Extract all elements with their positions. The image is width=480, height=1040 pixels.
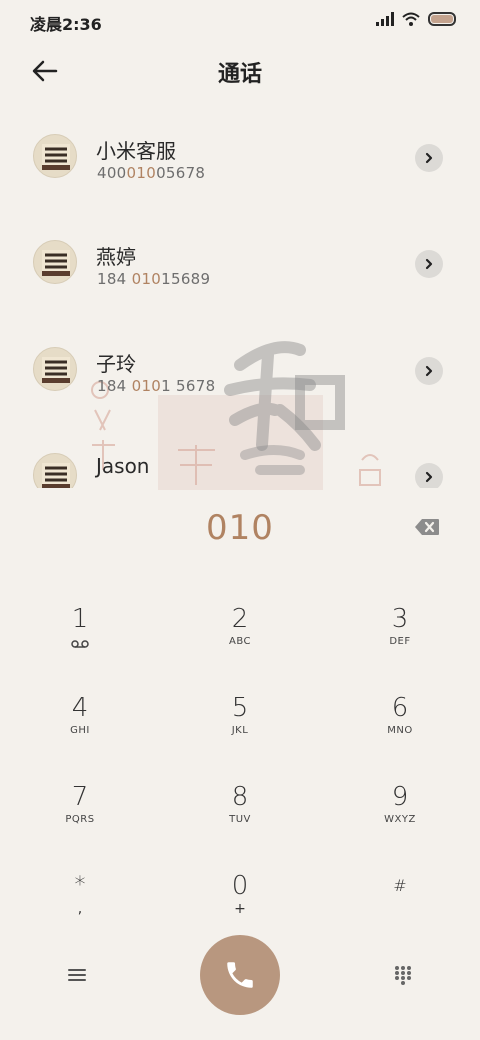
status-icons <box>376 12 456 26</box>
dialpad: 1 2 ABC 3 DEF 4 GHI 5 JKL 6 MNO 7 PQRS 8… <box>0 580 480 936</box>
voicemail-icon <box>71 640 89 648</box>
wifi-icon <box>402 12 420 26</box>
dialed-number-field[interactable]: 010 <box>0 500 480 560</box>
contact-number: 184 0101 5678 <box>97 377 216 395</box>
key-8[interactable]: 8 TUV <box>160 758 320 847</box>
contact-name: 燕婷 <box>96 245 136 269</box>
dialer-screen: 凌晨2:36 通话 小米客服 40001005678 燕婷 184 010156… <box>0 0 480 1040</box>
avatar-calligraphy-icon <box>42 144 70 170</box>
status-time: 凌晨2:36 <box>30 15 102 34</box>
contact-avatar <box>33 453 77 488</box>
contact-avatar <box>33 134 77 178</box>
backspace-icon <box>415 519 439 535</box>
key-2[interactable]: 2 ABC <box>160 580 320 669</box>
contact-suggestion-list: 小米客服 40001005678 燕婷 184 01015689 子玲 184 … <box>0 106 480 488</box>
bottom-bar <box>0 935 480 1015</box>
contact-number: 40001005678 <box>97 164 206 182</box>
contact-row[interactable]: Jason <box>0 425 480 488</box>
chevron-right-icon <box>425 471 433 483</box>
menu-icon <box>68 969 86 981</box>
contact-detail-button[interactable] <box>415 250 443 278</box>
contact-row[interactable]: 子玲 184 0101 5678 <box>0 319 480 425</box>
contact-name: Jason <box>96 454 150 478</box>
avatar-calligraphy-icon <box>42 250 70 276</box>
dialpad-toggle-button[interactable] <box>388 961 418 989</box>
contact-detail-button[interactable] <box>415 463 443 488</box>
dialpad-icon <box>395 966 411 985</box>
key-hash[interactable]: # <box>320 847 480 936</box>
signal-icon <box>376 12 394 26</box>
phone-icon <box>227 962 253 988</box>
key-star[interactable]: * , <box>0 847 160 936</box>
menu-button[interactable] <box>62 961 92 989</box>
contact-name: 小米客服 <box>96 139 176 163</box>
dialed-number: 010 <box>206 508 274 548</box>
contact-detail-button[interactable] <box>415 357 443 385</box>
key-4[interactable]: 4 GHI <box>0 669 160 758</box>
page-title: 通话 <box>217 62 262 87</box>
battery-icon <box>428 12 456 26</box>
key-1[interactable]: 1 <box>0 580 160 669</box>
contact-row[interactable]: 小米客服 40001005678 <box>0 106 480 212</box>
avatar-calligraphy-icon <box>42 357 70 383</box>
key-0[interactable]: 0 + <box>160 847 320 936</box>
chevron-right-icon <box>425 258 433 270</box>
contact-number: 184 01015689 <box>97 270 211 288</box>
key-9[interactable]: 9 WXYZ <box>320 758 480 847</box>
contact-detail-button[interactable] <box>415 144 443 172</box>
key-5[interactable]: 5 JKL <box>160 669 320 758</box>
key-3[interactable]: 3 DEF <box>320 580 480 669</box>
backspace-button[interactable] <box>412 514 442 540</box>
header: 通话 <box>0 48 480 92</box>
contact-name: 子玲 <box>96 352 136 376</box>
chevron-right-icon <box>425 152 433 164</box>
key-6[interactable]: 6 MNO <box>320 669 480 758</box>
contact-avatar <box>33 347 77 391</box>
call-button[interactable] <box>200 935 280 1015</box>
contact-avatar <box>33 240 77 284</box>
key-7[interactable]: 7 PQRS <box>0 758 160 847</box>
chevron-right-icon <box>425 365 433 377</box>
status-bar: 凌晨2:36 <box>0 0 480 42</box>
avatar-calligraphy-icon <box>42 463 70 488</box>
contact-row[interactable]: 燕婷 184 01015689 <box>0 212 480 318</box>
